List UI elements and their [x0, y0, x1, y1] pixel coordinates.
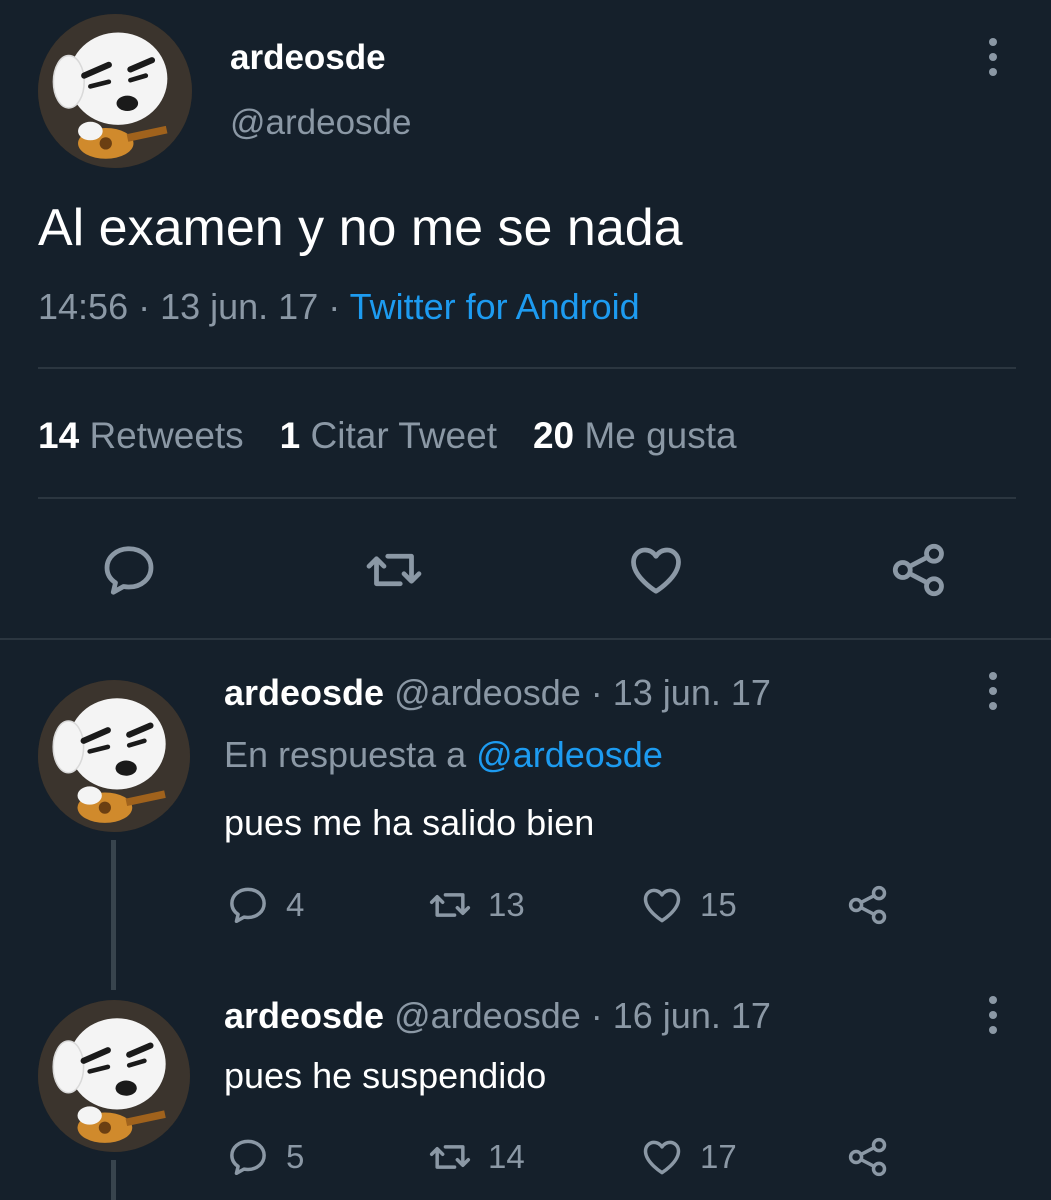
retweet-arrows-icon — [428, 1135, 472, 1179]
meta-separator: · — [580, 672, 613, 713]
like-count: 15 — [700, 886, 737, 923]
divider — [38, 497, 1016, 499]
heart-icon — [640, 883, 684, 927]
vertical-ellipsis-icon — [978, 990, 1008, 1040]
reply-handle[interactable]: @ardeosde — [394, 995, 581, 1036]
share-nodes-icon — [846, 883, 890, 927]
tweet-time[interactable]: 14:56 — [38, 286, 128, 327]
retweet-arrows-icon — [428, 883, 472, 927]
retweet-count: 14 — [488, 1138, 525, 1175]
author-display-name[interactable]: ardeosde — [230, 38, 386, 78]
vertical-ellipsis-icon — [978, 32, 1008, 82]
reply-text: pues he suspendido — [224, 1055, 547, 1096]
share-button[interactable] — [846, 1135, 890, 1179]
quotes-stat[interactable]: 1 Citar Tweet — [280, 415, 497, 456]
like-button[interactable] — [626, 540, 686, 600]
share-button[interactable] — [846, 883, 890, 927]
share-nodes-icon — [889, 540, 949, 600]
like-button[interactable]: 17 — [640, 1135, 737, 1179]
reply-button[interactable] — [99, 540, 159, 600]
reply-handle[interactable]: @ardeosde — [394, 672, 581, 713]
more-options-button[interactable] — [978, 990, 1008, 1040]
likes-stat[interactable]: 20 Me gusta — [533, 415, 737, 456]
tweet-stats: 14 Retweets 1 Citar Tweet 20 Me gusta — [38, 415, 737, 457]
quotes-count: 1 — [279, 415, 301, 456]
retweet-count: 13 — [488, 886, 525, 923]
retweet-button[interactable] — [364, 540, 424, 600]
more-options-button[interactable] — [978, 666, 1008, 716]
tweet-source-link[interactable]: Twitter for Android — [350, 286, 640, 327]
share-button[interactable] — [889, 540, 949, 600]
author-handle[interactable]: @ardeosde — [230, 103, 411, 143]
reply-header: ardeosde @ardeosde · 13 jun. 17 — [224, 672, 771, 714]
heart-icon — [640, 1135, 684, 1179]
reply-count: 5 — [286, 1138, 305, 1175]
speech-bubble-icon — [99, 540, 159, 600]
reply-date[interactable]: 16 jun. 17 — [613, 995, 771, 1036]
replying-to: En respuesta a @ardeosde — [224, 734, 663, 776]
retweet-arrows-icon — [364, 540, 424, 600]
divider — [38, 367, 1016, 369]
reply-display-name[interactable]: ardeosde — [224, 672, 384, 713]
meta-separator: · — [318, 286, 350, 327]
tweet-date[interactable]: 13 jun. 17 — [160, 286, 318, 327]
reply-count: 4 — [286, 886, 305, 923]
retweet-button[interactable]: 14 — [428, 1135, 525, 1179]
retweet-button[interactable]: 13 — [428, 883, 525, 927]
reply-display-name[interactable]: ardeosde — [224, 995, 384, 1036]
vertical-ellipsis-icon — [978, 666, 1008, 716]
meta-separator: · — [580, 995, 613, 1036]
retweets-stat[interactable]: 14 Retweets — [38, 415, 244, 456]
share-nodes-icon — [846, 1135, 890, 1179]
avatar[interactable] — [38, 14, 192, 168]
speech-bubble-icon — [226, 883, 270, 927]
thread-line — [111, 1160, 116, 1200]
replying-to-label: En respuesta a — [224, 734, 467, 775]
replying-to-handle[interactable]: @ardeosde — [476, 734, 663, 775]
reply-button[interactable]: 5 — [226, 1135, 304, 1179]
avatar[interactable] — [38, 680, 190, 832]
retweets-count: 14 — [38, 415, 80, 456]
speech-bubble-icon — [226, 1135, 270, 1179]
avatar[interactable] — [38, 1000, 190, 1152]
tweet-text: Al examen y no me se nada — [38, 199, 683, 257]
avatar-image — [38, 680, 190, 832]
like-count: 17 — [700, 1138, 737, 1175]
meta-separator: · — [128, 286, 161, 327]
likes-label: Me gusta — [584, 415, 737, 456]
divider — [0, 638, 1051, 640]
tweet-meta: 14:56 · 13 jun. 17 · Twitter for Android — [38, 286, 640, 328]
reply-button[interactable]: 4 — [226, 883, 304, 927]
reply-date[interactable]: 13 jun. 17 — [613, 672, 771, 713]
reply-header: ardeosde @ardeosde · 16 jun. 17 — [224, 995, 771, 1037]
heart-icon — [626, 540, 686, 600]
quotes-label: Citar Tweet — [310, 415, 497, 456]
retweets-label: Retweets — [89, 415, 244, 456]
avatar-image — [38, 1000, 190, 1152]
reply-text: pues me ha salido bien — [224, 802, 595, 843]
like-button[interactable]: 15 — [640, 883, 737, 927]
thread-line — [111, 840, 116, 990]
avatar-image — [38, 14, 192, 168]
likes-count: 20 — [532, 415, 575, 456]
more-options-button[interactable] — [978, 32, 1008, 82]
